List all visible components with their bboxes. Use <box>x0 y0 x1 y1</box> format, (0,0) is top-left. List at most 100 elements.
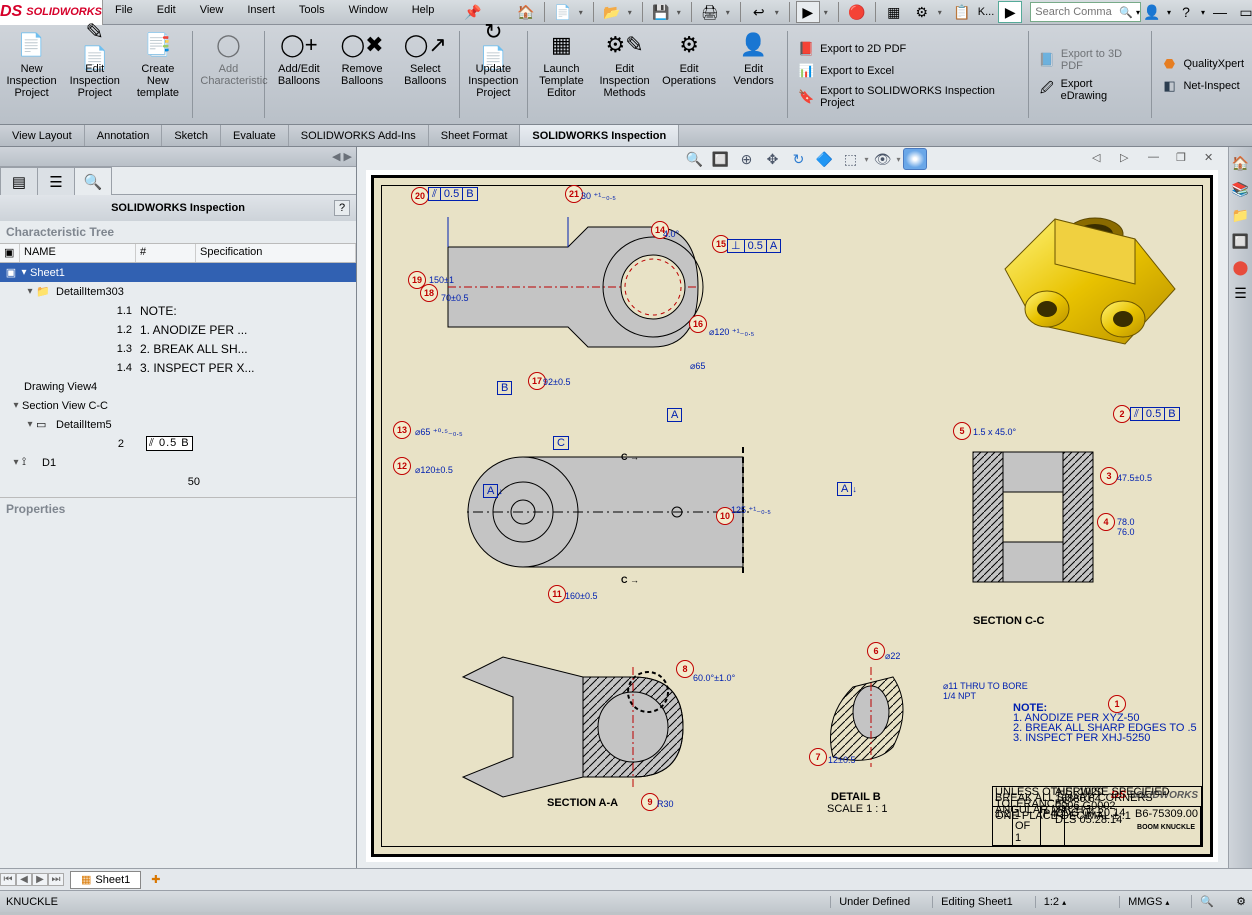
col-num[interactable]: # <box>136 244 196 262</box>
balloon-8[interactable]: 8 <box>676 660 694 678</box>
menu-file[interactable]: File <box>103 4 145 21</box>
tree-d1-val[interactable]: 50 <box>0 472 356 491</box>
balloon-20[interactable]: 20 <box>411 187 429 205</box>
tree-detailitem303[interactable]: ▾📁DetailItem303 <box>0 282 356 301</box>
minimize-button[interactable]: — <box>1209 1 1231 23</box>
balloon-13[interactable]: 13 <box>393 421 411 439</box>
dimension[interactable]: ⌀65 ⁺⁰·⁵₋₀.₅ <box>415 427 463 438</box>
export-edrawing[interactable]: 🖉Export eDrawing <box>1039 78 1141 102</box>
export-2d-pdf[interactable]: 📕Export to 2D PDF <box>798 41 1018 57</box>
menu-edit[interactable]: Edit <box>145 4 188 21</box>
panel-tab-property[interactable]: ☰ <box>37 167 75 195</box>
tree-d1[interactable]: ▾⟟D1 <box>0 453 356 472</box>
dimension[interactable]: 78.0 <box>1117 517 1135 527</box>
open-icon[interactable]: 📂 <box>600 1 624 23</box>
qualityxpert[interactable]: ⬣QualityXpert <box>1161 56 1244 72</box>
status-units[interactable]: MMGS ▴ <box>1119 896 1177 908</box>
panel-help-icon[interactable]: ? <box>334 200 350 216</box>
tree-sectionview-cc[interactable]: ▾Section View C-C <box>0 396 356 415</box>
menu-help[interactable]: Help <box>400 4 447 21</box>
taskpane-home-icon[interactable]: 🏠 <box>1231 153 1251 173</box>
tab-addins[interactable]: SOLIDWORKS Add-Ins <box>289 125 429 146</box>
col-spec[interactable]: Specification <box>196 244 356 262</box>
print-icon[interactable]: 🖨 <box>698 1 722 23</box>
edit-inspection-button[interactable]: ✎📄Edit Inspection Project <box>63 25 126 124</box>
dimension[interactable]: ⌀120 ⁺¹₋₀.₅ <box>709 327 754 338</box>
gtol-frame[interactable]: ⫽0.5B <box>1131 407 1180 421</box>
tab-evaluate[interactable]: Evaluate <box>221 125 289 146</box>
balloon-5[interactable]: 5 <box>953 422 971 440</box>
status-scale[interactable]: 1:2 ▴ <box>1035 896 1074 908</box>
taskpane-file-icon[interactable]: 📁 <box>1231 205 1251 225</box>
edit-methods-button[interactable]: ⚙✎Edit Inspection Methods <box>593 25 656 124</box>
datum-A[interactable]: A↓ <box>483 485 503 497</box>
net-inspect[interactable]: ◧Net-Inspect <box>1161 78 1244 94</box>
undo-icon[interactable]: ↩ <box>747 1 771 23</box>
balloon-2[interactable]: 2 <box>1113 405 1131 423</box>
rotate-icon[interactable]: ↻ <box>786 148 810 170</box>
tree-detailitem5-val[interactable]: 2⫽ 0.5 B <box>0 434 356 453</box>
doc-icon[interactable]: 📋 <box>950 1 974 23</box>
drawing-canvas[interactable]: 🔍 🔲 ⊕ ✥ ↻ 🔷 ⬚▾ 👁▾ ◁ ▷ — ❐ ✕ 🏠 📚 📁 🔲 ⬤ ☰ <box>357 147 1252 868</box>
balloon-18[interactable]: 18 <box>420 284 438 302</box>
characteristic-tree[interactable]: ▣▾Sheet1 ▾📁DetailItem303 1.1NOTE:1.21. A… <box>0 263 356 491</box>
taskpane-appearance-icon[interactable]: ⬤ <box>1231 257 1251 277</box>
tab-sheet-format[interactable]: Sheet Format <box>429 125 521 146</box>
balloon-12[interactable]: 12 <box>393 457 411 475</box>
dimension[interactable]: 150±1 <box>429 275 454 285</box>
datum-B[interactable]: B <box>497 382 512 394</box>
home-icon[interactable]: 🏠 <box>514 1 538 23</box>
user-icon[interactable]: 👤 <box>1141 1 1163 23</box>
balloon-6[interactable]: 6 <box>867 642 885 660</box>
dimension[interactable]: 1/4 NPT <box>943 691 976 701</box>
select-icon[interactable]: ▶ <box>796 1 820 23</box>
dimension[interactable]: 4.0° <box>663 229 679 239</box>
tree-drawingview4[interactable]: Drawing View4 <box>0 377 356 396</box>
tree-sheet1[interactable]: ▣▾Sheet1 <box>0 263 356 282</box>
search-commands-icon[interactable]: ▶ <box>998 1 1022 23</box>
tab-annotation[interactable]: Annotation <box>85 125 163 146</box>
hide-show-icon[interactable]: 👁 <box>871 148 895 170</box>
section-icon[interactable]: 🔷 <box>812 148 836 170</box>
remove-balloons-button[interactable]: ◯✖Remove Balloons <box>331 25 394 124</box>
balloon-3[interactable]: 3 <box>1100 467 1118 485</box>
tree-detailitem5[interactable]: ▾▭DetailItem5 <box>0 415 356 434</box>
dimension[interactable]: 30 ⁺¹₋₀.₅ <box>581 191 616 202</box>
tree-note-row[interactable]: 1.21. ANODIZE PER ... <box>0 320 356 339</box>
dimension[interactable]: 12±0.5 <box>828 755 855 765</box>
sheet-last-icon[interactable]: ⏭ <box>48 873 64 886</box>
export-sip[interactable]: 🔖Export to SOLIDWORKS Inspection Project <box>798 85 1018 109</box>
gtol-frame[interactable]: ⊥0.5A <box>728 239 781 253</box>
tab-view-layout[interactable]: View Layout <box>0 125 85 146</box>
update-project-button[interactable]: ↻📄Update Inspection Project <box>462 25 525 124</box>
dimension[interactable]: 1.5 x 45.0° <box>973 427 1016 437</box>
tree-note-row[interactable]: 1.43. INSPECT PER X... <box>0 358 356 377</box>
taskpane-custom-icon[interactable]: ☰ <box>1231 283 1251 303</box>
dimension[interactable]: 60.0°±1.0° <box>693 673 735 683</box>
save-icon[interactable]: 💾 <box>649 1 673 23</box>
zoom-area-icon[interactable]: 🔲 <box>708 148 732 170</box>
gtol-frame[interactable]: ⫽0.5B <box>429 187 478 201</box>
dimension[interactable]: 125 ⁺¹₋₀.₅ <box>731 505 771 516</box>
tab-sketch[interactable]: Sketch <box>162 125 221 146</box>
dimension[interactable]: 160±0.5 <box>565 591 597 601</box>
dimension[interactable]: 47.5±0.5 <box>1117 473 1152 483</box>
new-inspection-button[interactable]: 📄New Inspection Project <box>0 25 63 124</box>
dimension[interactable]: ⌀65 <box>690 361 705 372</box>
menu-insert[interactable]: Insert <box>235 4 287 21</box>
status-zoom-icon[interactable]: 🔍 <box>1191 895 1222 908</box>
doc-minimize-icon[interactable]: — <box>1148 151 1166 165</box>
datum-A[interactable]: A↓ <box>837 483 857 495</box>
status-custom-icon[interactable]: ⚙ <box>1236 895 1246 908</box>
menu-window[interactable]: Window <box>337 4 400 21</box>
sheet-next-icon[interactable]: ▶ <box>32 873 48 886</box>
display-icon[interactable]: ⬚ <box>838 148 862 170</box>
doc-close-icon[interactable]: ✕ <box>1204 151 1222 165</box>
create-template-button[interactable]: 📑Create New template <box>126 25 189 124</box>
search-input[interactable] <box>1031 6 1116 18</box>
doc-prev-icon[interactable]: ◁ <box>1092 151 1110 165</box>
dimension[interactable]: ⌀120±0.5 <box>415 465 453 476</box>
export-excel[interactable]: 📊Export to Excel <box>798 63 1018 79</box>
dimension[interactable]: 92±0.5 <box>543 377 570 387</box>
panel-tab-inspection[interactable]: 🔍 <box>74 167 112 195</box>
